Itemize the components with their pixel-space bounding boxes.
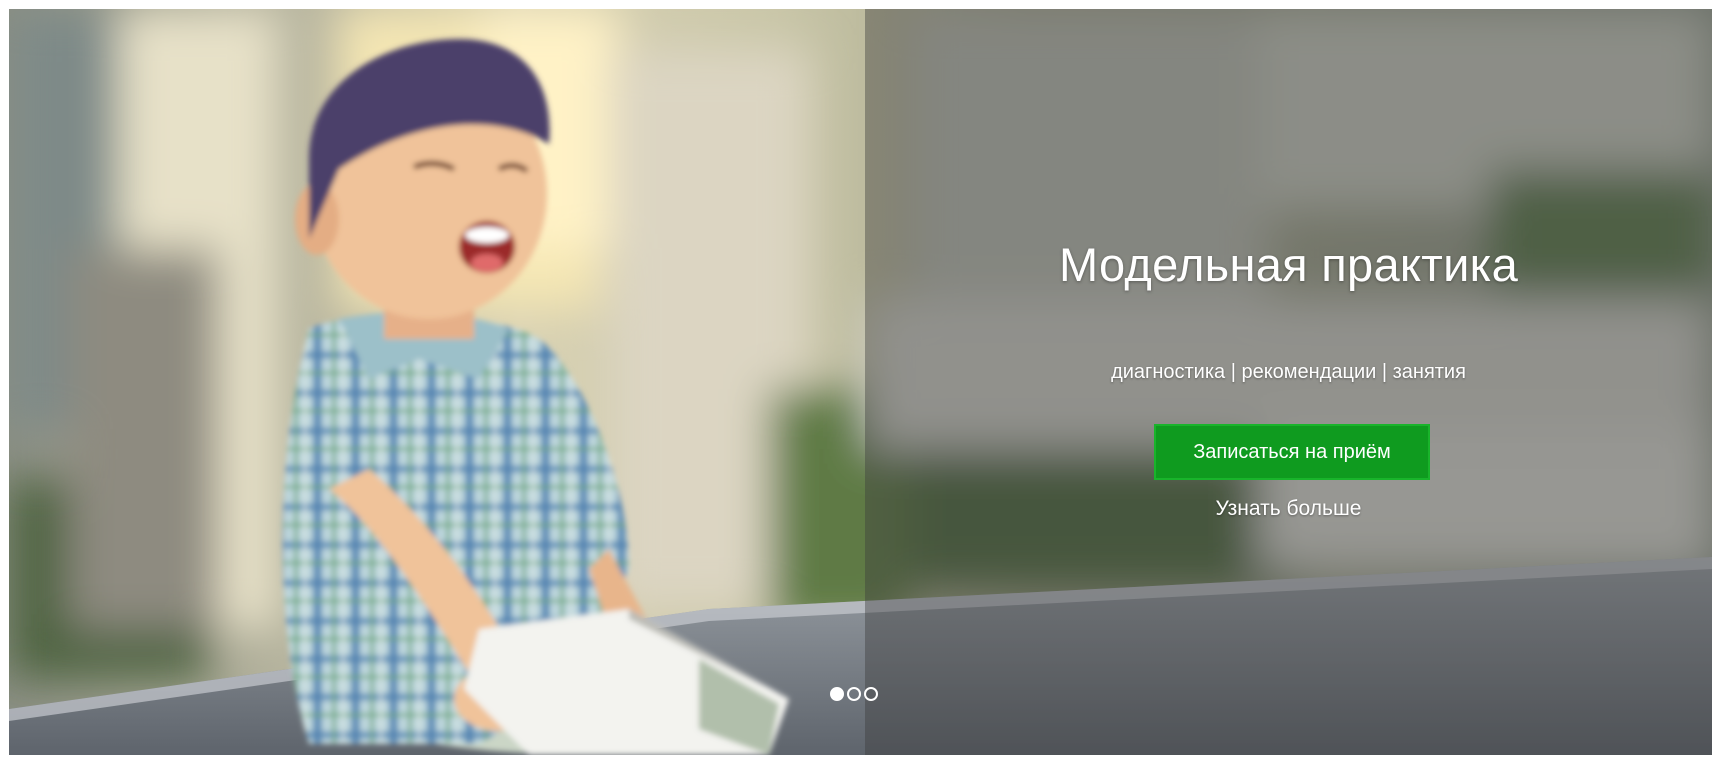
carousel-indicator-1[interactable] [830,687,844,701]
carousel-indicator-2[interactable] [847,687,861,701]
learn-more-link[interactable]: Узнать больше [865,497,1712,521]
carousel-indicators [830,684,878,704]
carousel-indicator-3[interactable] [864,687,878,701]
hero-subtitle: диагностика | рекомендации | занятия [1111,361,1466,383]
hero-carousel: Модельная практика диагностика | рекомен… [9,9,1712,755]
book-appointment-button[interactable]: Записаться на приём [1154,424,1430,480]
hero-title: Модельная практика [1058,238,1519,291]
slide-caption: Модельная практика диагностика | рекомен… [865,9,1712,755]
